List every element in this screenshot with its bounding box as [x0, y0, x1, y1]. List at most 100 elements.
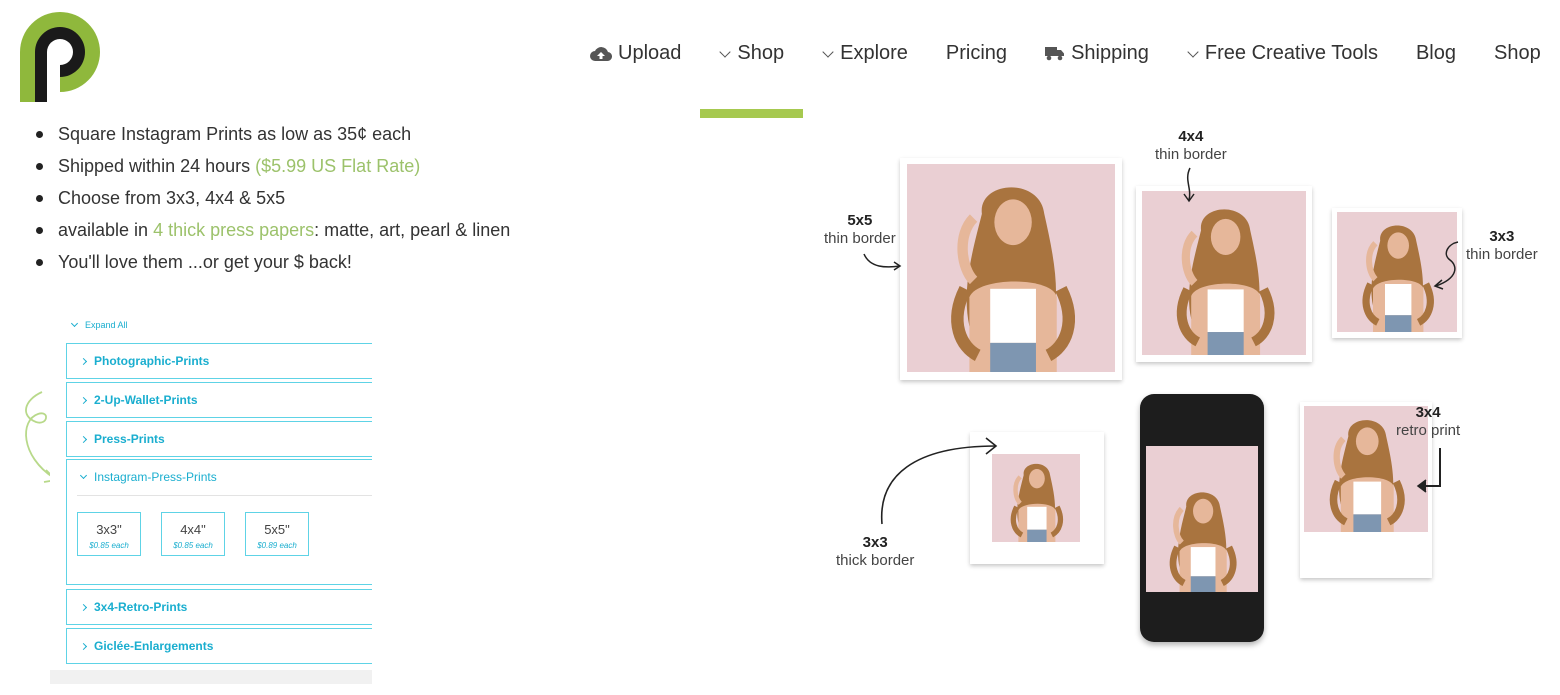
feature-text: You'll love them ...or get your $ back! — [58, 252, 352, 272]
nav-free-creative-tools-label: Free Creative Tools — [1204, 42, 1378, 64]
arrow-icon — [1433, 241, 1459, 290]
accordion-row-giclee-enlargements[interactable]: Giclée-Enlargements — [66, 628, 372, 664]
size-price: $0.85 each — [173, 541, 213, 550]
nav-shop-2[interactable]: Shop — [1494, 42, 1541, 65]
chevron-right-icon — [79, 357, 88, 365]
cloud-upload-icon — [590, 46, 612, 62]
print-4x4 — [1136, 186, 1312, 362]
label-size: 3x4 — [1415, 404, 1441, 421]
feature-text: available in — [58, 220, 154, 240]
arrow-icon — [880, 437, 998, 525]
label-desc: thick border — [836, 552, 915, 569]
size-label: 3x3" — [96, 522, 122, 537]
chevron-down-icon — [719, 45, 732, 58]
label-size: 3x3 — [1489, 228, 1515, 245]
accordion-row-press-prints[interactable]: Press-Prints — [66, 421, 372, 457]
accordion-row-wallet-prints[interactable]: 2-Up-Wallet-Prints — [66, 382, 372, 418]
arrow-icon — [1416, 448, 1441, 493]
label-5x5: 5x5 thin border — [824, 212, 896, 248]
accordion-row-instagram-press-prints: Instagram-Press-Prints 3x3" $0.85 each 4… — [66, 459, 372, 585]
nav-shipping-label: Shipping — [1071, 42, 1149, 64]
label-desc: retro print — [1396, 422, 1461, 439]
nav-shipping[interactable]: Shipping — [1045, 42, 1149, 65]
panel-shadow — [50, 670, 372, 684]
feature-item: available in 4 thick press papers: matte… — [36, 214, 510, 246]
label-3x3-thick: 3x3 thick border — [836, 534, 914, 570]
accordion-row-label: 3x4-Retro-Prints — [94, 600, 188, 614]
size-option-5x5[interactable]: 5x5" $0.89 each — [245, 512, 309, 556]
feature-text: : matte, art, pearl & linen — [314, 220, 511, 240]
divider — [77, 495, 372, 496]
portrait-photo — [907, 164, 1115, 372]
portrait-photo — [1146, 446, 1258, 592]
truck-icon — [1045, 46, 1065, 61]
nav-free-creative-tools[interactable]: Free Creative Tools — [1187, 42, 1378, 65]
portrait-photo — [1142, 191, 1306, 355]
label-desc: thin border — [824, 230, 896, 247]
feature-item: You'll love them ...or get your $ back! — [36, 246, 510, 278]
label-size: 5x5 — [847, 212, 873, 229]
accordion-row-photographic-prints[interactable]: Photographic-Prints — [66, 343, 372, 379]
chevron-down-icon — [70, 319, 79, 328]
chevron-right-icon — [79, 396, 88, 404]
phone-mockup — [1140, 394, 1264, 642]
nav-shop-label: Shop — [737, 42, 785, 64]
accordion-open-title: Instagram-Press-Prints — [94, 470, 217, 484]
feature-item: Choose from 3x3, 4x4 & 5x5 — [36, 182, 510, 214]
feature-list: Square Instagram Prints as low as 35¢ ea… — [36, 118, 510, 278]
accordion-row-label: 2-Up-Wallet-Prints — [94, 393, 198, 407]
press-papers-link[interactable]: 4 thick press papers — [153, 220, 314, 240]
size-label: 4x4" — [180, 522, 206, 537]
nav-upload-label: Upload — [618, 42, 682, 64]
print-sizes-collage: 5x5 thin border 4x4 thin border 3x3 thin… — [810, 120, 1560, 660]
accordion-row-label: Photographic-Prints — [94, 354, 210, 368]
label-4x4: 4x4 thin border — [1155, 128, 1227, 164]
feature-item: Square Instagram Prints as low as 35¢ ea… — [36, 118, 510, 150]
expand-all-label: Expand All — [85, 320, 128, 330]
size-price: $0.85 each — [89, 541, 129, 550]
chevron-down-icon — [79, 471, 88, 480]
nav-shop[interactable]: Shop — [719, 42, 784, 65]
size-option-3x3[interactable]: 3x3" $0.85 each — [77, 512, 141, 556]
nav-blog[interactable]: Blog — [1416, 42, 1456, 65]
feature-text: Choose from 3x3, 4x4 & 5x5 — [58, 188, 286, 208]
size-price: $0.89 each — [257, 541, 297, 550]
accordion-row-retro-prints[interactable]: 3x4-Retro-Prints — [66, 589, 372, 625]
chevron-down-icon — [822, 45, 834, 58]
label-3x4: 3x4 retro print — [1396, 404, 1460, 440]
product-accordion: Expand All Photographic-Prints 2-Up-Wall… — [50, 312, 372, 684]
p-logo-icon — [20, 12, 100, 102]
nav-upload[interactable]: Upload — [590, 42, 681, 65]
label-desc: thin border — [1155, 146, 1227, 163]
shipping-rate-link[interactable]: ($5.99 US Flat Rate) — [255, 156, 420, 176]
label-3x3-thin: 3x3 thin border — [1466, 228, 1538, 264]
nav-explore-label: Explore — [840, 42, 908, 64]
label-size: 4x4 — [1178, 128, 1204, 145]
accordion-row-label: Press-Prints — [94, 432, 165, 446]
arrow-icon — [1183, 167, 1195, 203]
portrait-photo — [992, 454, 1080, 542]
nav-explore[interactable]: Explore — [822, 42, 908, 65]
nav-shop-2-label: Shop — [1493, 42, 1541, 64]
size-option-4x4[interactable]: 4x4" $0.85 each — [161, 512, 225, 556]
chevron-down-icon — [1187, 45, 1199, 58]
arrow-icon — [863, 253, 902, 271]
nav-pricing[interactable]: Pricing — [946, 42, 1007, 65]
nav-pricing-label: Pricing — [945, 42, 1008, 64]
expand-all-button[interactable]: Expand All — [70, 319, 128, 330]
chevron-right-icon — [79, 435, 88, 443]
feature-text: Shipped within 24 hours — [58, 156, 256, 176]
label-size: 3x3 — [862, 534, 888, 551]
site-logo[interactable] — [18, 12, 102, 102]
feature-text: Square Instagram Prints as low as 35¢ ea… — [58, 124, 412, 144]
label-desc: thin border — [1466, 246, 1538, 263]
nav-blog-label: Blog — [1415, 42, 1456, 64]
main-nav: Upload Shop Explore Pricing Shipping Fre… — [590, 42, 1541, 65]
accordion-row-label: Giclée-Enlargements — [94, 639, 214, 653]
print-5x5 — [900, 158, 1122, 380]
chevron-right-icon — [79, 642, 88, 650]
size-label: 5x5" — [264, 522, 290, 537]
accordion-open-header[interactable]: Instagram-Press-Prints — [79, 470, 217, 484]
nav-active-indicator — [700, 109, 803, 118]
chevron-right-icon — [79, 603, 88, 611]
